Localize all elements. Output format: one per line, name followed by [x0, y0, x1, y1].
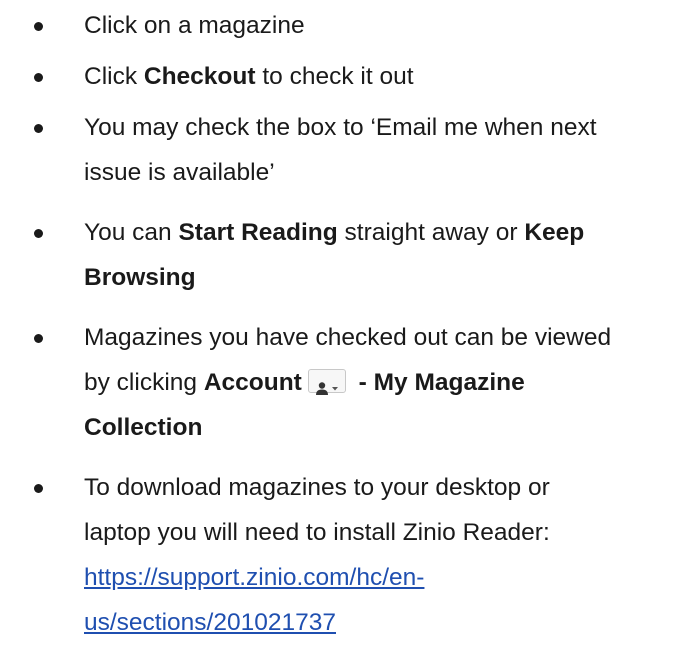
- browsing-label: Browsing: [84, 264, 196, 291]
- list-item-account: Magazines you have checked out can be vi…: [84, 315, 684, 450]
- checkout-label: Checkout: [143, 63, 256, 90]
- item-4-line2: Browsing: [84, 255, 684, 300]
- item-2-post: to check it out: [255, 63, 414, 90]
- list-item-zinio-reader: To download magazines to your desktop or…: [84, 465, 684, 645]
- bullet-2: [34, 73, 43, 82]
- item-5-line2: by clicking Account - My Magazine: [84, 360, 684, 405]
- zinio-support-link-line2[interactable]: us/sections/201021737: [84, 600, 684, 645]
- start-reading-label: Start Reading: [178, 219, 338, 246]
- bullet-1: [34, 22, 43, 31]
- item-4-pre: You can: [84, 219, 179, 246]
- item-4-mid: straight away or: [337, 219, 525, 246]
- item-6-line1: To download magazines to your desktop or: [84, 474, 550, 501]
- bullet-3: [34, 124, 43, 133]
- item-5-pre: by clicking: [84, 369, 204, 396]
- account-label: Account: [203, 369, 302, 396]
- zinio-support-link-line1[interactable]: https://support.zinio.com/hc/en-: [84, 555, 684, 600]
- item-3-line2: issue is available’: [84, 159, 275, 186]
- item-3-line1: You may check the box to ‘Email me when …: [84, 114, 597, 141]
- item-6-line2: laptop you will need to install Zinio Re…: [84, 519, 550, 546]
- list-item-click-magazine: Click on a magazine: [84, 3, 684, 48]
- item-2-pre: Click: [84, 63, 144, 90]
- item-5-line1: Magazines you have checked out can be vi…: [84, 324, 612, 351]
- item-5-line3: Collection: [84, 405, 684, 450]
- my-magazine-label: - My Magazine: [351, 369, 525, 396]
- list-item-checkout: Click Checkout to check it out: [84, 54, 684, 99]
- list-item-start-reading: You can Start Reading straight away or K…: [84, 210, 684, 300]
- bullet-4: [34, 229, 43, 238]
- item-4-line1: You can Start Reading straight away or K…: [84, 210, 684, 255]
- keep-label: Keep: [524, 219, 585, 246]
- list-item-email-checkbox: You may check the box to ‘Email me when …: [84, 105, 684, 195]
- bullet-5: [34, 334, 43, 343]
- item-1-text: Click on a magazine: [84, 12, 305, 39]
- bullet-6: [34, 484, 43, 493]
- collection-label: Collection: [84, 414, 203, 441]
- account-person-dropdown-icon: [307, 368, 346, 395]
